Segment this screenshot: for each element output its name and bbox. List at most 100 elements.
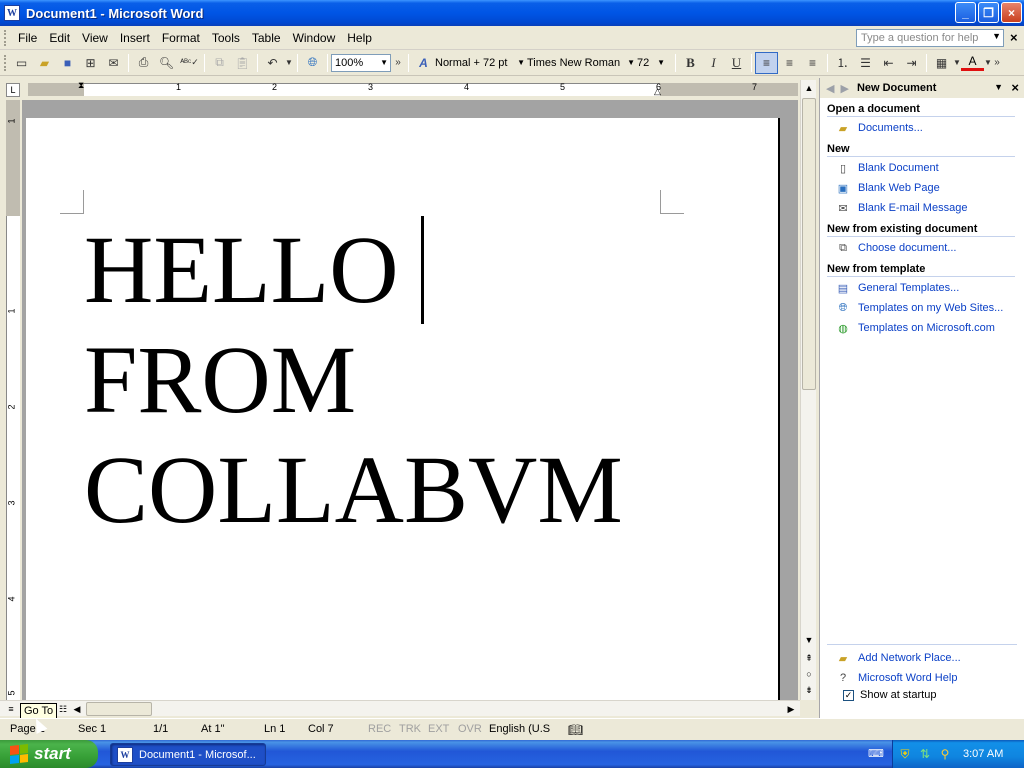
font-select[interactable]: Times New Roman ▼: [527, 54, 637, 72]
link-word-help[interactable]: ? Microsoft Word Help: [835, 670, 958, 686]
align-center-icon[interactable]: ≡: [778, 52, 801, 74]
link-blank-document[interactable]: ▯ Blank Document: [835, 160, 939, 176]
taskbar-word-document[interactable]: W Document1 - Microsof...: [110, 743, 266, 766]
font-color-icon[interactable]: A: [961, 54, 984, 71]
normal-view-icon[interactable]: ≡: [4, 702, 18, 716]
scroll-left-icon[interactable]: ◀: [70, 702, 84, 716]
save-icon[interactable]: ■: [56, 52, 79, 74]
undo-icon[interactable]: ↶: [261, 52, 284, 74]
security-shield-icon[interactable]: ⛨: [897, 746, 913, 762]
link-general-templates[interactable]: ▤ General Templates...: [835, 280, 960, 296]
toolbar-options-icon-2[interactable]: »: [992, 52, 1002, 74]
link-templates-web-sites[interactable]: 🌐︎ Templates on my Web Sites...: [835, 300, 1004, 316]
menu-help[interactable]: Help: [341, 31, 378, 45]
network-icon[interactable]: ⇅: [917, 746, 933, 762]
status-ext[interactable]: EXT: [428, 723, 449, 735]
toolbar-options-icon[interactable]: »: [391, 52, 405, 74]
menubar-grip[interactable]: [4, 29, 8, 46]
menu-format[interactable]: Format: [156, 31, 206, 45]
undo-dropdown-icon[interactable]: ▼: [284, 52, 294, 74]
bold-button[interactable]: B: [679, 52, 702, 74]
font-size-select[interactable]: 72 ▼: [637, 54, 667, 72]
show-at-startup-checkbox[interactable]: ✓ Show at startup: [843, 689, 936, 701]
align-right-icon[interactable]: ≡: [801, 52, 824, 74]
horizontal-ruler[interactable]: L ⧗ △ 1 2 3 4 5 6 7: [0, 80, 818, 98]
clock[interactable]: 3:07 AM: [963, 748, 1003, 760]
font-color-dropdown-icon[interactable]: ▼: [984, 52, 992, 74]
help-dropdown-icon[interactable]: ▼: [992, 31, 1001, 41]
increase-indent-icon[interactable]: ⇥: [900, 52, 923, 74]
word-app-icon[interactable]: W: [4, 5, 20, 21]
document-line[interactable]: FROM: [84, 332, 356, 428]
link-choose-document[interactable]: ⧉ Choose document...: [835, 240, 956, 256]
status-ovr[interactable]: OVR: [458, 723, 482, 735]
minimize-button[interactable]: _: [955, 2, 976, 23]
vertical-scroll-thumb[interactable]: [802, 98, 816, 390]
next-page-icon[interactable]: ⇟: [801, 682, 817, 698]
spelling-icon[interactable]: ᴬᴮᶜ✓: [178, 52, 201, 74]
numbering-icon[interactable]: ⒈: [831, 52, 854, 74]
keyboard-language-icon[interactable]: ⌨: [868, 747, 884, 761]
status-rec[interactable]: REC: [368, 723, 391, 735]
forward-arrow-icon[interactable]: ▶: [840, 82, 848, 95]
new-document-icon[interactable]: ▭: [10, 52, 33, 74]
permission-icon[interactable]: ⊞: [79, 52, 102, 74]
tab-selector-icon[interactable]: L: [6, 83, 20, 97]
underline-button[interactable]: U: [725, 52, 748, 74]
zoom-select[interactable]: 100% ▼: [331, 53, 391, 72]
link-blank-web-page[interactable]: ▣ Blank Web Page: [835, 180, 940, 196]
link-blank-email[interactable]: ✉ Blank E-mail Message: [835, 200, 967, 216]
title-bar[interactable]: W Document1 - Microsoft Word _ ❐ ×: [0, 0, 1024, 26]
status-section[interactable]: Sec 1: [78, 723, 106, 735]
indent-marker-icon[interactable]: ⧗: [78, 80, 84, 91]
link-documents[interactable]: ▰ Documents...: [835, 120, 923, 136]
document-line[interactable]: HELLO: [84, 222, 399, 318]
status-at[interactable]: At 1": [201, 723, 224, 735]
border-dropdown-icon[interactable]: ▼: [953, 52, 961, 74]
print-icon[interactable]: ⎙: [132, 52, 155, 74]
copy-icon[interactable]: ⧉: [208, 52, 231, 74]
menu-edit[interactable]: Edit: [43, 31, 76, 45]
search-icon[interactable]: ⚲: [937, 746, 953, 762]
back-arrow-icon[interactable]: ◀: [826, 82, 834, 95]
vertical-scrollbar[interactable]: ▲ ▼ ⇞ ○ ⇟: [800, 80, 816, 700]
select-browse-object-icon[interactable]: ○: [801, 666, 817, 682]
document-line[interactable]: COLLABVM: [84, 442, 623, 538]
link-templates-microsoft[interactable]: ◍ Templates on Microsoft.com: [835, 320, 995, 336]
scroll-right-icon[interactable]: ▶: [784, 702, 798, 716]
close-button[interactable]: ×: [1001, 2, 1022, 23]
start-button[interactable]: start: [0, 740, 98, 768]
menu-table[interactable]: Table: [246, 31, 287, 45]
scroll-up-icon[interactable]: ▲: [801, 80, 817, 96]
bullets-icon[interactable]: ☰: [854, 52, 877, 74]
document-close-icon[interactable]: ×: [1010, 30, 1018, 45]
menu-insert[interactable]: Insert: [114, 31, 156, 45]
restore-button[interactable]: ❐: [978, 2, 999, 23]
horizontal-scrollbar[interactable]: ≡ ☷ ◀ ▶: [0, 700, 800, 716]
previous-page-icon[interactable]: ⇞: [801, 650, 817, 666]
spelling-status-icon[interactable]: 📖︎: [568, 723, 583, 737]
hyperlink-icon[interactable]: 🌐︎: [301, 52, 324, 74]
styles-formatting-icon[interactable]: A: [412, 52, 435, 74]
style-select[interactable]: Normal + 72 pt ▼: [435, 54, 527, 72]
scroll-down-icon[interactable]: ▼: [801, 632, 817, 648]
menu-window[interactable]: Window: [287, 31, 342, 45]
paste-icon[interactable]: 📋︎: [231, 52, 254, 74]
checkbox-icon[interactable]: ✓: [843, 689, 854, 701]
align-left-icon[interactable]: ≡: [755, 51, 778, 74]
border-icon[interactable]: ▦: [930, 52, 953, 74]
status-pages[interactable]: 1/1: [153, 723, 168, 735]
email-icon[interactable]: ✉: [102, 52, 125, 74]
menu-file[interactable]: File: [12, 31, 43, 45]
help-search-input[interactable]: Type a question for help ▼: [856, 29, 1004, 47]
print-preview-icon[interactable]: 🔍︎: [155, 52, 178, 74]
italic-button[interactable]: I: [702, 52, 725, 74]
horizontal-scroll-thumb[interactable]: [86, 702, 152, 716]
toolbar-grip[interactable]: [4, 54, 8, 71]
status-language[interactable]: English (U.S: [489, 723, 550, 735]
status-trk[interactable]: TRK: [399, 723, 421, 735]
menu-view[interactable]: View: [76, 31, 114, 45]
menu-tools[interactable]: Tools: [206, 31, 246, 45]
task-pane-dropdown-icon[interactable]: ▼: [994, 82, 1003, 92]
status-column[interactable]: Col 7: [308, 723, 334, 735]
